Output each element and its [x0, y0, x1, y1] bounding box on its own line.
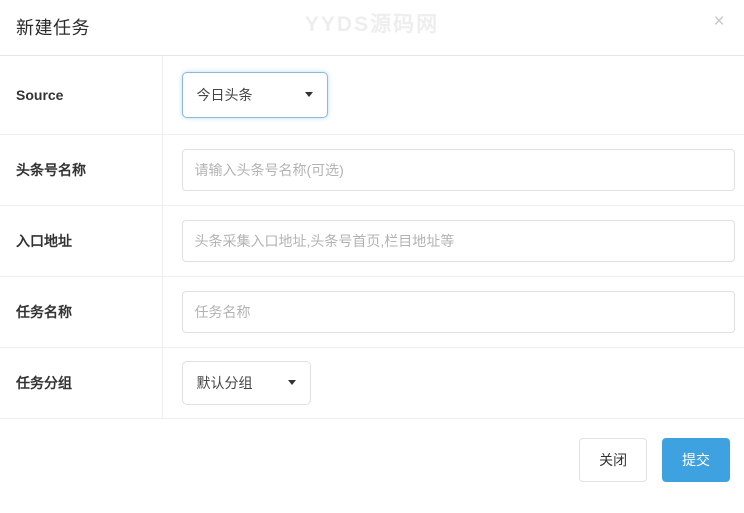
field-task-name — [162, 276, 744, 347]
form-row-task-name: 任务名称 — [0, 276, 744, 347]
watermark-text: YYDS源码网 — [0, 8, 744, 38]
field-source: 今日头条 — [162, 56, 744, 134]
source-select-wrap: 今日头条 — [182, 72, 328, 118]
form-row-entry-url: 入口地址 — [0, 205, 744, 276]
form-row-account-name: 头条号名称 — [0, 134, 744, 205]
close-button[interactable]: 关闭 — [579, 438, 647, 482]
form-row-source: Source 今日头条 — [0, 56, 744, 134]
submit-button[interactable]: 提交 — [662, 438, 730, 482]
chevron-down-icon — [288, 380, 296, 385]
field-task-group: 默认分组 — [162, 347, 744, 418]
new-task-modal: 新建任务 YYDS源码网 × Source 今日头条 头条号名称 — [0, 0, 744, 513]
task-group-select-wrap: 默认分组 — [182, 361, 311, 405]
label-task-name: 任务名称 — [0, 276, 162, 347]
modal-footer: 关闭 提交 — [0, 421, 744, 513]
task-group-select-value: 默认分组 — [197, 373, 280, 393]
label-task-group: 任务分组 — [0, 347, 162, 418]
close-icon[interactable]: × — [708, 11, 730, 33]
label-source: Source — [0, 56, 162, 134]
task-form-table: Source 今日头条 头条号名称 入口地址 — [0, 56, 744, 419]
source-select-value: 今日头条 — [197, 85, 297, 105]
task-name-input[interactable] — [182, 291, 735, 333]
label-entry-url: 入口地址 — [0, 205, 162, 276]
account-name-input[interactable] — [182, 149, 735, 191]
chevron-down-icon — [305, 92, 313, 97]
modal-header: 新建任务 YYDS源码网 × — [0, 0, 744, 56]
form-row-task-group: 任务分组 默认分组 — [0, 347, 744, 418]
field-account-name — [162, 134, 744, 205]
field-entry-url — [162, 205, 744, 276]
source-select[interactable]: 今日头条 — [182, 72, 328, 118]
label-account-name: 头条号名称 — [0, 134, 162, 205]
entry-url-input[interactable] — [182, 220, 735, 262]
task-group-select[interactable]: 默认分组 — [182, 361, 311, 405]
